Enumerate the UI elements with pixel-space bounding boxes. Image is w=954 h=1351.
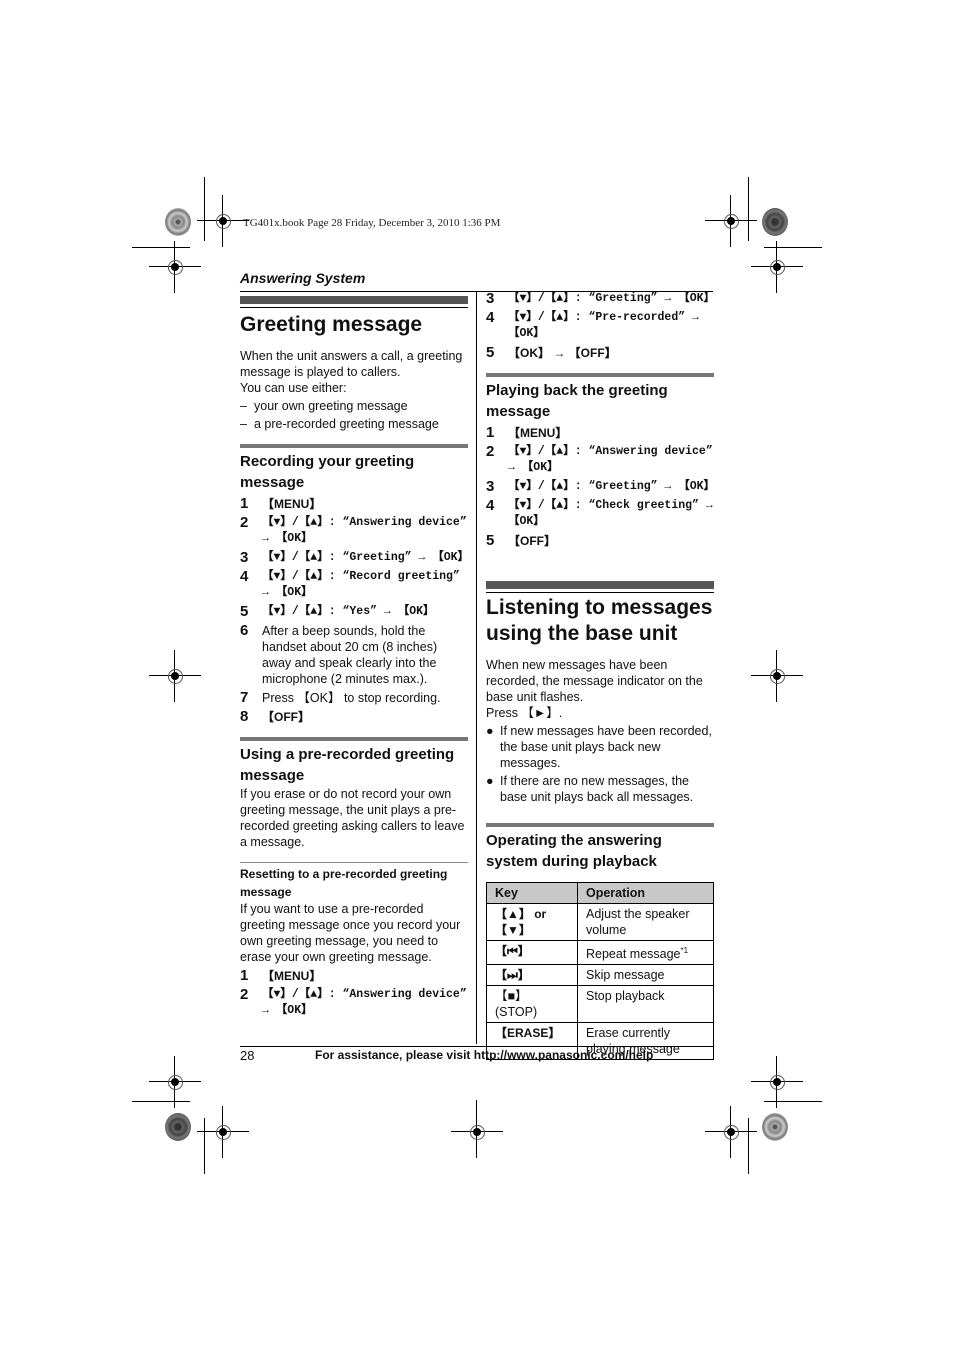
- registration-mark-icon: [751, 1056, 803, 1108]
- key-cell: 【⏭】: [486, 964, 578, 987]
- step: 5 【OFF】: [486, 532, 556, 549]
- greeting-intro: When the unit answers a call, a greeting…: [240, 349, 463, 379]
- registration-mark-icon: [197, 1106, 249, 1158]
- playback-title: Playing back the greeting message: [486, 382, 668, 420]
- color-disc-icon: [762, 1113, 788, 1141]
- step: 4 【▼】/【▲】: “Record greeting” → 【OK】: [240, 568, 460, 600]
- step: 1 【MENU】: [486, 424, 568, 441]
- recording-title: Recording your greeting message: [240, 453, 415, 491]
- step: 6 After a beep sounds, hold the handset a…: [240, 622, 438, 687]
- assistance-link[interactable]: For assistance, please visit http://www.…: [315, 1048, 653, 1062]
- registration-mark-icon: [149, 650, 201, 702]
- bullet-item: ● If new messages have been recorded, the…: [486, 724, 712, 770]
- table-row: 【■】 (STOP) Stop playback: [486, 985, 714, 1024]
- registration-mark-icon: [149, 241, 201, 293]
- left-column: Greeting message When the unit answers a…: [240, 296, 470, 1019]
- print-stamp: TG401x.book Page 28 Friday, December 3, …: [243, 217, 501, 229]
- step: 1 【MENU】: [240, 495, 322, 512]
- operation-cell: Adjust the speaker volume: [577, 903, 714, 941]
- step: 3 【▼】/【▲】: “Greeting” → 【OK】: [486, 290, 716, 307]
- table-row: 【⏮】 Repeat message*1: [486, 939, 714, 966]
- column-header: Key: [486, 882, 578, 904]
- page-number: 28: [240, 1048, 255, 1063]
- registration-mark-icon: [451, 1106, 503, 1158]
- listening-intro: When new messages have been recorded, th…: [486, 658, 703, 704]
- section-bar: [240, 296, 468, 304]
- color-disc-icon: [165, 1113, 191, 1141]
- step: 4 【▼】/【▲】: “Check greeting” → 【OK】: [486, 497, 713, 529]
- table-row: 【⏭】 Skip message: [486, 964, 714, 987]
- registration-mark-icon: [751, 241, 803, 293]
- step: 3 【▼】/【▲】: “Greeting” → 【OK】: [240, 549, 470, 566]
- step: 3 【▼】/【▲】: “Greeting” → 【OK】: [486, 478, 716, 495]
- greeting-title: Greeting message: [240, 313, 423, 336]
- operating-title: Operating the answering system during pl…: [486, 832, 662, 870]
- table-header-row: Key Operation: [486, 882, 714, 904]
- step: 8 【OFF】: [240, 708, 310, 725]
- option-item: – a pre-recorded greeting message: [240, 417, 439, 431]
- right-column: 3 【▼】/【▲】: “Greeting” → 【OK】 4 【▼】/【▲】: “P…: [486, 290, 716, 1061]
- section-title: Answering System: [240, 270, 366, 286]
- greeting-intro-2: You can use either:: [240, 381, 347, 395]
- key-cell: 【▲】 or 【▼】: [486, 903, 578, 941]
- column-header: Operation: [577, 882, 714, 904]
- prerecorded-title: Using a pre-recorded greeting message: [240, 746, 455, 784]
- prerecorded-body: If you erase or do not record your own g…: [240, 787, 465, 849]
- registration-mark-icon: [197, 195, 249, 247]
- listening-press: Press 【►】.: [486, 706, 563, 720]
- step: 1 【MENU】: [240, 967, 322, 984]
- operation-cell: Skip message: [577, 964, 714, 987]
- key-cell: 【⏮】: [486, 939, 578, 966]
- option-item: – your own greeting message: [240, 399, 408, 413]
- step: 2 【▼】/【▲】: “Answering device” → 【OK】: [240, 514, 467, 546]
- color-disc-icon: [165, 208, 191, 236]
- color-disc-icon: [762, 208, 788, 236]
- step: 7 Press 【OK】 to stop recording.: [240, 689, 441, 706]
- table-row: 【▲】 or 【▼】 Adjust the speaker volume: [486, 903, 714, 941]
- operation-table: Key Operation 【▲】 or 【▼】 Adjust the spea…: [486, 882, 714, 1061]
- key-cell: 【■】 (STOP): [486, 985, 578, 1024]
- step: 2 【▼】/【▲】: “Answering device” → 【OK】: [240, 986, 467, 1018]
- step: 5 【OK】 → 【OFF】: [486, 344, 617, 361]
- registration-mark-icon: [705, 1106, 757, 1158]
- operation-cell: Stop playback: [577, 985, 714, 1024]
- footnote-ref: *1: [680, 946, 689, 955]
- step: 2 【▼】/【▲】: “Answering device” → 【OK】: [486, 443, 713, 475]
- footer-rule: [240, 1046, 713, 1047]
- section-bar: [486, 581, 714, 589]
- column-divider: [476, 291, 477, 1044]
- recording-steps: 1 【MENU】 2 【▼】/【▲】: “Answering device” → 【…: [240, 495, 470, 725]
- resetting-body: If you want to use a pre-recorded greeti…: [240, 902, 461, 964]
- step: 4 【▼】/【▲】: “Pre-recorded” → 【OK】: [486, 309, 699, 341]
- step: 5 【▼】/【▲】: “Yes” → 【OK】: [240, 603, 435, 620]
- operation-cell: Repeat message*1: [577, 939, 714, 966]
- listening-title: Listening to messages using the base uni…: [486, 596, 713, 645]
- registration-mark-icon: [751, 650, 803, 702]
- resetting-title: Resetting to a pre-recorded greeting mes…: [240, 867, 448, 899]
- registration-mark-icon: [705, 195, 757, 247]
- bullet-item: ● If there are no new messages, the base …: [486, 774, 694, 804]
- registration-mark-icon: [149, 1056, 201, 1108]
